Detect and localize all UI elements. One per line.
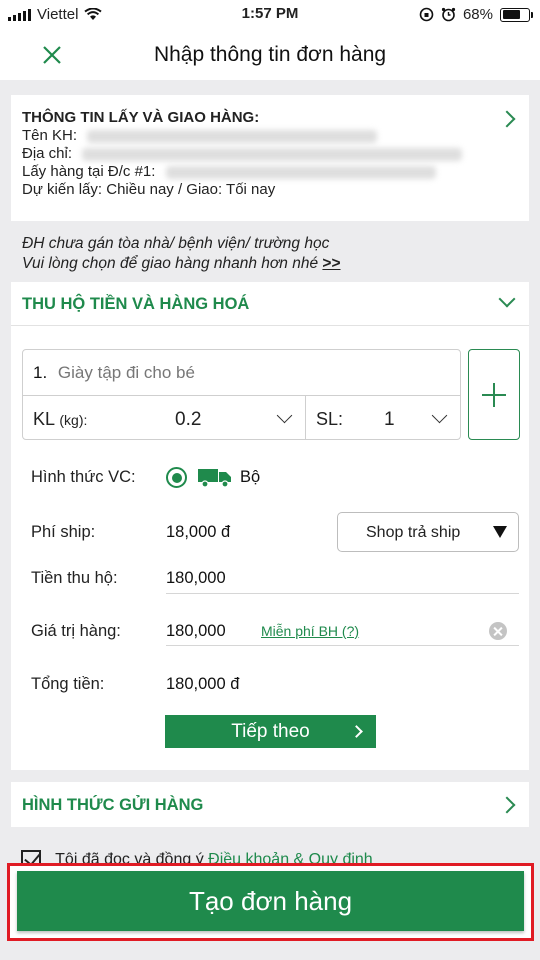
goods-value-divider [166, 645, 519, 646]
chevron-right-icon [498, 796, 516, 814]
cod-field-divider [166, 593, 519, 594]
weight-unit: (kg): [59, 412, 88, 428]
page-title: Nhập thông tin đơn hàng [153, 43, 387, 66]
goods-value-label: Giá trị hàng: [31, 622, 121, 640]
orientation-lock-icon [419, 7, 434, 22]
ship-payer-value: Shop trả ship [366, 524, 461, 541]
select-location-link[interactable]: >> [322, 255, 340, 272]
redacted-pickup-address [165, 165, 436, 179]
transport-radio[interactable] [166, 467, 187, 488]
redacted-address [82, 147, 463, 161]
location-notice: ĐH chưa gán tòa nhà/ bệnh viện/ trường h… [22, 234, 341, 274]
customer-label: Tên KH: [22, 127, 78, 144]
chevron-down-icon [498, 290, 516, 308]
product-index: 1. [33, 363, 48, 382]
free-insurance-link[interactable]: Miễn phí BH (?) [261, 623, 359, 639]
notice-line-1: ĐH chưa gán tòa nhà/ bệnh viện/ trường h… [22, 235, 330, 252]
weight-select[interactable]: KL (kg): 0.2 [23, 396, 306, 440]
caret-down-icon [493, 526, 507, 538]
pickup-row: Lấy hàng tại Đ/c #1: [22, 163, 518, 181]
total-label: Tổng tiền: [31, 675, 105, 693]
cod-section-header[interactable]: THU HỘ TIỀN VÀ HÀNG HOÁ [11, 282, 529, 326]
product-name-placeholder: Giày tập đi cho bé [57, 363, 195, 382]
battery-percent: 68% [462, 6, 493, 23]
cod-section-title: THU HỘ TIỀN VÀ HÀNG HOÁ [22, 295, 250, 313]
status-bar: Viettel 1:57 PM 68% [0, 0, 540, 30]
customer-row: Tên KH: [22, 127, 518, 145]
add-product-button[interactable] [468, 349, 520, 440]
create-order-button[interactable]: Tạo đơn hàng [17, 871, 524, 931]
send-method-row[interactable]: HÌNH THỨC GỬI HÀNG [11, 782, 529, 827]
chevron-down-icon [431, 407, 448, 424]
send-method-title: HÌNH THỨC GỬI HÀNG [22, 796, 204, 814]
product-name-field[interactable]: 1. Giày tập đi cho bé [23, 350, 460, 396]
pickup-address-label: Lấy hàng tại Đ/c #1: [22, 163, 156, 180]
clear-icon[interactable] [489, 622, 507, 640]
product-item: 1. Giày tập đi cho bé KL (kg): 0.2 SL: 1 [22, 349, 461, 440]
battery-icon [500, 7, 533, 22]
nav-bar: Nhập thông tin đơn hàng [0, 30, 540, 80]
status-right: 68% [419, 6, 533, 23]
address-label: Địa chỉ: [22, 145, 73, 162]
cod-amount-field[interactable]: 180,000 [166, 569, 226, 588]
transport-value: Bộ [240, 468, 261, 486]
next-button-label: Tiếp theo [231, 721, 310, 742]
redacted-customer [87, 129, 378, 143]
truck-icon [198, 469, 231, 488]
alarm-icon [441, 7, 456, 22]
create-order-highlight: Tạo đơn hàng [7, 863, 534, 941]
ship-fee-label: Phí ship: [31, 523, 96, 541]
weight-label: KL (kg): [33, 409, 87, 430]
ship-fee-value: 18,000 đ [166, 523, 231, 541]
schedule-text: Dự kiến lấy: Chiều nay / Giao: Tối nay [22, 181, 276, 198]
ship-payer-select[interactable]: Shop trả ship [337, 512, 519, 552]
address-row: Địa chỉ: [22, 145, 518, 163]
pickup-info-heading: THÔNG TIN LẤY VÀ GIAO HÀNG: [22, 109, 260, 126]
cod-goods-card: THU HỘ TIỀN VÀ HÀNG HOÁ 1. Giày tập đi c… [11, 282, 529, 770]
goods-value-field[interactable]: 180,000 [166, 622, 226, 641]
next-button[interactable]: Tiếp theo [165, 715, 376, 748]
total-value: 180,000 đ [166, 675, 240, 693]
notice-line-2-text: Vui lòng chọn để giao hàng nhanh hơn nhé [22, 255, 319, 272]
pickup-info-card[interactable]: THÔNG TIN LẤY VÀ GIAO HÀNG: Tên KH: Địa … [11, 95, 529, 221]
weight-label-text: KL [33, 409, 55, 429]
chevron-right-icon [350, 725, 363, 738]
transport-label: Hình thức VC: [31, 468, 136, 486]
quantity-select[interactable]: SL: 1 [306, 396, 462, 440]
chevron-down-icon [276, 407, 293, 424]
quantity-label: SL: [316, 409, 344, 429]
weight-value: 0.2 [175, 409, 202, 430]
quantity-value: 1 [384, 409, 395, 430]
cod-label: Tiền thu hộ: [31, 569, 118, 587]
notice-line-2: Vui lòng chọn để giao hàng nhanh hơn nhé… [22, 254, 341, 274]
